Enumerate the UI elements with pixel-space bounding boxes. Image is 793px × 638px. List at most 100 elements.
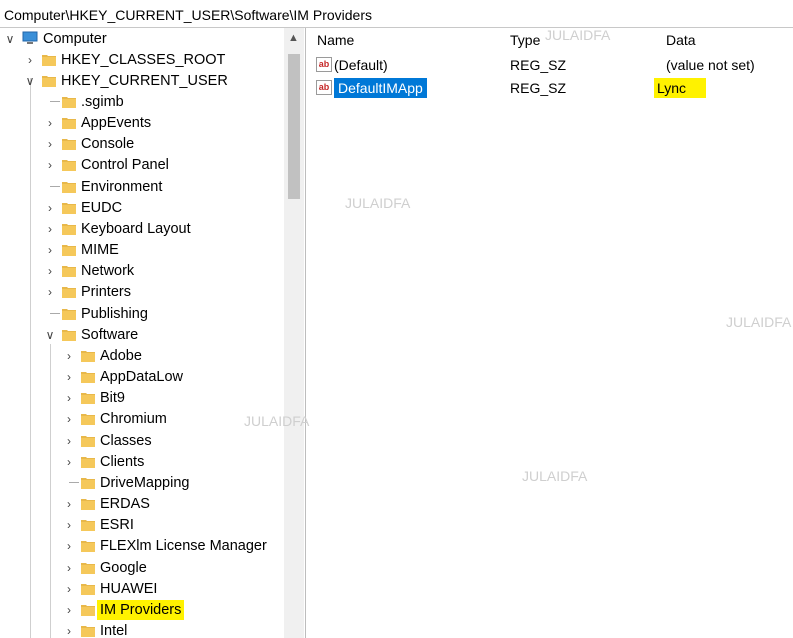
- chevron-right-icon[interactable]: ›: [63, 621, 75, 638]
- chevron-down-icon[interactable]: ∨: [24, 71, 36, 91]
- tree-item-hkcr[interactable]: › HKEY_CLASSES_ROOT: [0, 50, 280, 70]
- tree-label: Console: [81, 136, 135, 153]
- tree-item-hkcu[interactable]: ∨ HKEY_CURRENT_USER: [0, 71, 280, 91]
- chevron-right-icon[interactable]: ›: [63, 431, 75, 451]
- tree-item-sgimb[interactable]: .sgimb: [0, 92, 280, 112]
- tree-item-software[interactable]: ∨ Software: [0, 325, 280, 345]
- chevron-right-icon[interactable]: ›: [63, 558, 75, 578]
- chevron-right-icon[interactable]: ›: [63, 536, 75, 556]
- tree-item-intel[interactable]: › Intel: [0, 621, 280, 638]
- chevron-right-icon[interactable]: ›: [63, 367, 75, 387]
- tree-item-im-providers[interactable]: › IM Providers: [0, 599, 280, 620]
- tree-item-esri[interactable]: › ESRI: [0, 515, 280, 535]
- chevron-right-icon[interactable]: ›: [44, 198, 56, 218]
- chevron-right-icon[interactable]: ›: [44, 113, 56, 133]
- tree-item-erdas[interactable]: › ERDAS: [0, 494, 280, 514]
- chevron-right-icon[interactable]: ›: [63, 494, 75, 514]
- chevron-right-icon[interactable]: ›: [63, 579, 75, 599]
- tree-connector: [50, 101, 60, 102]
- chevron-right-icon[interactable]: ›: [24, 50, 36, 70]
- tree-label: ERDAS: [100, 496, 150, 513]
- folder-icon: [62, 264, 76, 278]
- tree-item-environment[interactable]: Environment: [0, 177, 280, 197]
- chevron-down-icon[interactable]: ∨: [4, 29, 16, 49]
- tree-item-appevents[interactable]: › AppEvents: [0, 113, 280, 133]
- folder-icon: [42, 53, 56, 66]
- tree-item-drivemapping[interactable]: DriveMapping: [0, 473, 280, 493]
- chevron-right-icon[interactable]: ›: [44, 219, 56, 239]
- column-header-type[interactable]: Type: [510, 32, 540, 48]
- tree-item-mime[interactable]: › MIME: [0, 240, 280, 260]
- tree-item-flexlm-license-manager[interactable]: › FLEXlm License Manager: [0, 536, 280, 556]
- string-value-icon: ab: [316, 80, 332, 95]
- address-bar[interactable]: Computer\HKEY_CURRENT_USER\Software\IM P…: [0, 0, 793, 28]
- folder-icon: [81, 455, 95, 468]
- tree-item-chromium[interactable]: › Chromium: [0, 409, 280, 429]
- chevron-right-icon[interactable]: ›: [44, 240, 56, 260]
- tree-item-network[interactable]: › Network: [0, 261, 280, 281]
- tree-item-adobe[interactable]: › Adobe: [0, 346, 280, 366]
- folder-icon: [81, 539, 95, 553]
- watermark: JULAIDFA: [545, 27, 611, 43]
- chevron-right-icon[interactable]: ›: [63, 346, 75, 366]
- chevron-right-icon[interactable]: ›: [44, 261, 56, 281]
- folder-icon: [81, 370, 95, 384]
- watermark: JULAIDFA: [345, 195, 411, 211]
- tree-item-appdatalow[interactable]: › AppDataLow: [0, 367, 280, 387]
- tree-item-computer[interactable]: ∨ Computer: [0, 29, 280, 49]
- folder-icon: [62, 222, 76, 235]
- folder-icon: [42, 74, 56, 87]
- folder-icon: [62, 137, 76, 151]
- computer-icon: [22, 31, 38, 44]
- tree-item-huawei[interactable]: › HUAWEI: [0, 579, 280, 599]
- folder-icon: [62, 180, 76, 193]
- tree-label: MIME: [81, 242, 119, 259]
- chevron-right-icon[interactable]: ›: [44, 134, 56, 154]
- folder-icon: [62, 116, 76, 130]
- chevron-right-icon[interactable]: ›: [44, 282, 56, 302]
- chevron-right-icon[interactable]: ›: [44, 155, 56, 175]
- folder-icon: [62, 285, 76, 299]
- folder-icon: [81, 518, 95, 532]
- tree-scrollbar[interactable]: ▲: [284, 28, 304, 638]
- tree-connector: [50, 312, 60, 314]
- tree-label: Software: [81, 326, 139, 343]
- tree-item-control-panel[interactable]: › Control Panel: [0, 155, 280, 175]
- values-pane: Name Type Data ab (Default) REG_SZ (valu…: [306, 28, 793, 638]
- chevron-right-icon[interactable]: ›: [63, 600, 75, 620]
- chevron-right-icon[interactable]: ›: [63, 409, 75, 429]
- tree-item-clients[interactable]: › Clients: [0, 452, 280, 472]
- folder-icon: [62, 243, 76, 257]
- chevron-right-icon[interactable]: ›: [63, 452, 75, 472]
- tree-item-keyboard-layout[interactable]: › Keyboard Layout: [0, 219, 280, 239]
- chevron-down-icon[interactable]: ∨: [44, 325, 56, 345]
- value-row-selected[interactable]: ab DefaultIMApp REG_SZ Lync: [314, 78, 784, 98]
- folder-icon: [81, 349, 95, 362]
- tree-label: Google: [100, 559, 147, 576]
- string-value-icon: ab: [316, 57, 332, 72]
- tree-item-console[interactable]: › Console: [0, 134, 280, 154]
- tree-item-classes[interactable]: › Classes: [0, 431, 280, 451]
- tree-connector: [69, 481, 79, 483]
- chevron-right-icon[interactable]: ›: [63, 515, 75, 535]
- tree-label: FLEXlm License Manager: [100, 538, 267, 555]
- tree-label: ESRI: [100, 517, 134, 534]
- value-row[interactable]: ab (Default) REG_SZ (value not set): [314, 55, 784, 75]
- chevron-right-icon[interactable]: ›: [63, 388, 75, 408]
- folder-icon: [81, 412, 95, 426]
- value-data: Lync: [654, 78, 706, 98]
- tree-item-publishing[interactable]: Publishing: [0, 304, 280, 324]
- scroll-thumb[interactable]: [288, 54, 300, 199]
- value-name: DefaultIMApp: [334, 78, 427, 98]
- tree-label: Computer: [43, 31, 107, 47]
- folder-icon: [62, 158, 76, 172]
- tree-item-google[interactable]: › Google: [0, 558, 280, 578]
- column-header-data[interactable]: Data: [666, 32, 696, 48]
- column-header-name[interactable]: Name: [317, 32, 354, 48]
- tree-label: Environment: [81, 178, 163, 195]
- tree-item-eudc[interactable]: › EUDC: [0, 198, 280, 218]
- scroll-up-icon[interactable]: ▲: [288, 32, 299, 44]
- tree-item-printers[interactable]: › Printers: [0, 282, 280, 302]
- tree-item-bit9[interactable]: › Bit9: [0, 388, 280, 408]
- folder-icon: [81, 561, 95, 574]
